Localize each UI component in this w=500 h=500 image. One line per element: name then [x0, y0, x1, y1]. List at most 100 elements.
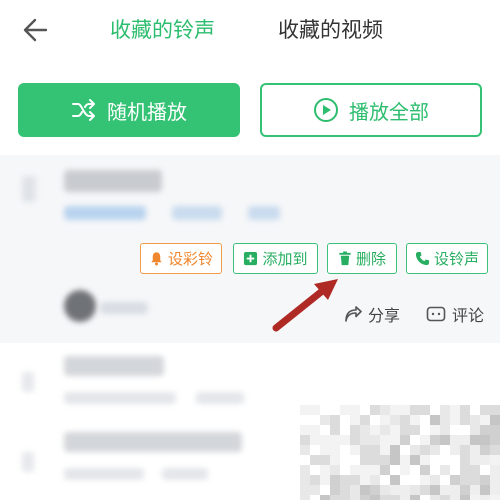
- mosaic-cell: [400, 425, 410, 435]
- mosaic-cell: [400, 435, 410, 445]
- mosaic-cell: [480, 475, 490, 485]
- add-square-icon: [244, 251, 258, 266]
- mosaic-cell: [360, 485, 370, 495]
- mosaic-cell: [350, 405, 360, 415]
- mosaic-cell: [330, 435, 340, 445]
- mosaic-cell: [480, 495, 490, 500]
- mosaic-cell: [380, 405, 390, 415]
- set-ringtone-label: 设铃声: [433, 250, 479, 268]
- mosaic-cell: [480, 415, 490, 425]
- mosaic-cell: [390, 465, 400, 475]
- mosaic-cell: [360, 495, 370, 500]
- mosaic-cell: [350, 475, 360, 485]
- mosaic-cell: [470, 415, 480, 425]
- mosaic-cell: [390, 485, 400, 495]
- mosaic-cell: [470, 475, 480, 485]
- mosaic-cell: [330, 415, 340, 425]
- mosaic-cell: [490, 475, 500, 485]
- mosaic-cell: [360, 465, 370, 475]
- mosaic-cell: [370, 455, 380, 465]
- mosaic-cell: [390, 495, 400, 500]
- mosaic-cell: [360, 415, 370, 425]
- mosaic-cell: [360, 435, 370, 445]
- mosaic-cell: [310, 475, 320, 485]
- mosaic-cell: [440, 445, 450, 455]
- mosaic-cell: [310, 495, 320, 500]
- set-ringtone-button[interactable]: 设铃声: [406, 243, 488, 274]
- mosaic-cell: [460, 475, 470, 485]
- mosaic-cell: [470, 405, 480, 415]
- mosaic-cell: [390, 445, 400, 455]
- mosaic-cell: [310, 445, 320, 455]
- list-item-index-blurred: [22, 372, 34, 392]
- mosaic-cell: [430, 465, 440, 475]
- tab-favorite-ringtones[interactable]: 收藏的铃声: [110, 16, 215, 44]
- bell-icon: [151, 252, 162, 266]
- back-arrow-icon[interactable]: [20, 14, 52, 46]
- mosaic-cell: [470, 435, 480, 445]
- mosaic-cell: [470, 465, 480, 475]
- mosaic-cell: [380, 465, 390, 475]
- mosaic-cell: [410, 425, 420, 435]
- mosaic-cell: [390, 425, 400, 435]
- mosaic-cell: [460, 455, 470, 465]
- avatar[interactable]: [64, 290, 96, 322]
- mosaic-cell: [390, 415, 400, 425]
- mosaic-cell: [450, 415, 460, 425]
- play-all-button[interactable]: 播放全部: [260, 83, 482, 137]
- list-item-meta-blurred: [162, 468, 208, 480]
- set-color-ring-button[interactable]: 设彩铃: [140, 243, 222, 274]
- mosaic-cell: [330, 465, 340, 475]
- mosaic-cell: [400, 455, 410, 465]
- mosaic-cell: [490, 405, 500, 415]
- mosaic-cell: [430, 495, 440, 500]
- mosaic-cell: [310, 435, 320, 445]
- mosaic-cell: [360, 405, 370, 415]
- mosaic-cell: [300, 495, 310, 500]
- mosaic-cell: [450, 445, 460, 455]
- mosaic-cell: [450, 435, 460, 445]
- mosaic-cell: [370, 475, 380, 485]
- mosaic-cell: [310, 485, 320, 495]
- list-item-meta-blurred: [64, 468, 144, 480]
- mosaic-cell: [380, 415, 390, 425]
- comment-button[interactable]: 评论: [426, 302, 484, 326]
- mosaic-cell: [490, 495, 500, 500]
- add-to-button[interactable]: 添加到: [233, 243, 318, 274]
- share-button[interactable]: 分享: [344, 302, 400, 326]
- mosaic-cell: [370, 405, 380, 415]
- mosaic-cell: [480, 445, 490, 455]
- tab-favorite-videos[interactable]: 收藏的视频: [278, 16, 383, 44]
- mosaic-cell: [400, 445, 410, 455]
- mosaic-cell: [330, 405, 340, 415]
- play-circle-icon: [314, 98, 338, 122]
- shuffle-play-button[interactable]: 随机播放: [18, 83, 240, 137]
- set-color-ring-label: 设彩铃: [167, 250, 213, 268]
- comment-icon: [426, 306, 446, 322]
- mosaic-cell: [380, 425, 390, 435]
- mosaic-cell: [340, 455, 350, 465]
- mosaic-cell: [450, 455, 460, 465]
- delete-button[interactable]: 删除: [327, 243, 397, 274]
- mosaic-cell: [330, 445, 340, 455]
- mosaic-cell: [430, 445, 440, 455]
- mosaic-cell: [420, 455, 430, 465]
- mosaic-cell: [380, 475, 390, 485]
- uploader-name-blurred: [100, 302, 148, 314]
- mosaic-cell: [450, 425, 460, 435]
- mosaic-cell: [420, 465, 430, 475]
- mosaic-cell: [400, 465, 410, 475]
- mosaic-cell: [370, 465, 380, 475]
- mosaic-cell: [430, 435, 440, 445]
- mosaic-cell: [470, 485, 480, 495]
- mosaic-cell: [420, 435, 430, 445]
- mosaic-cell: [310, 465, 320, 475]
- mosaic-cell: [480, 455, 490, 465]
- mosaic-cell: [350, 425, 360, 435]
- mosaic-cell: [330, 475, 340, 485]
- mosaic-cell: [320, 485, 330, 495]
- mosaic-cell: [350, 485, 360, 495]
- trash-icon: [339, 251, 351, 266]
- list-item-meta-blurred: [196, 392, 244, 404]
- mosaic-cell: [390, 455, 400, 465]
